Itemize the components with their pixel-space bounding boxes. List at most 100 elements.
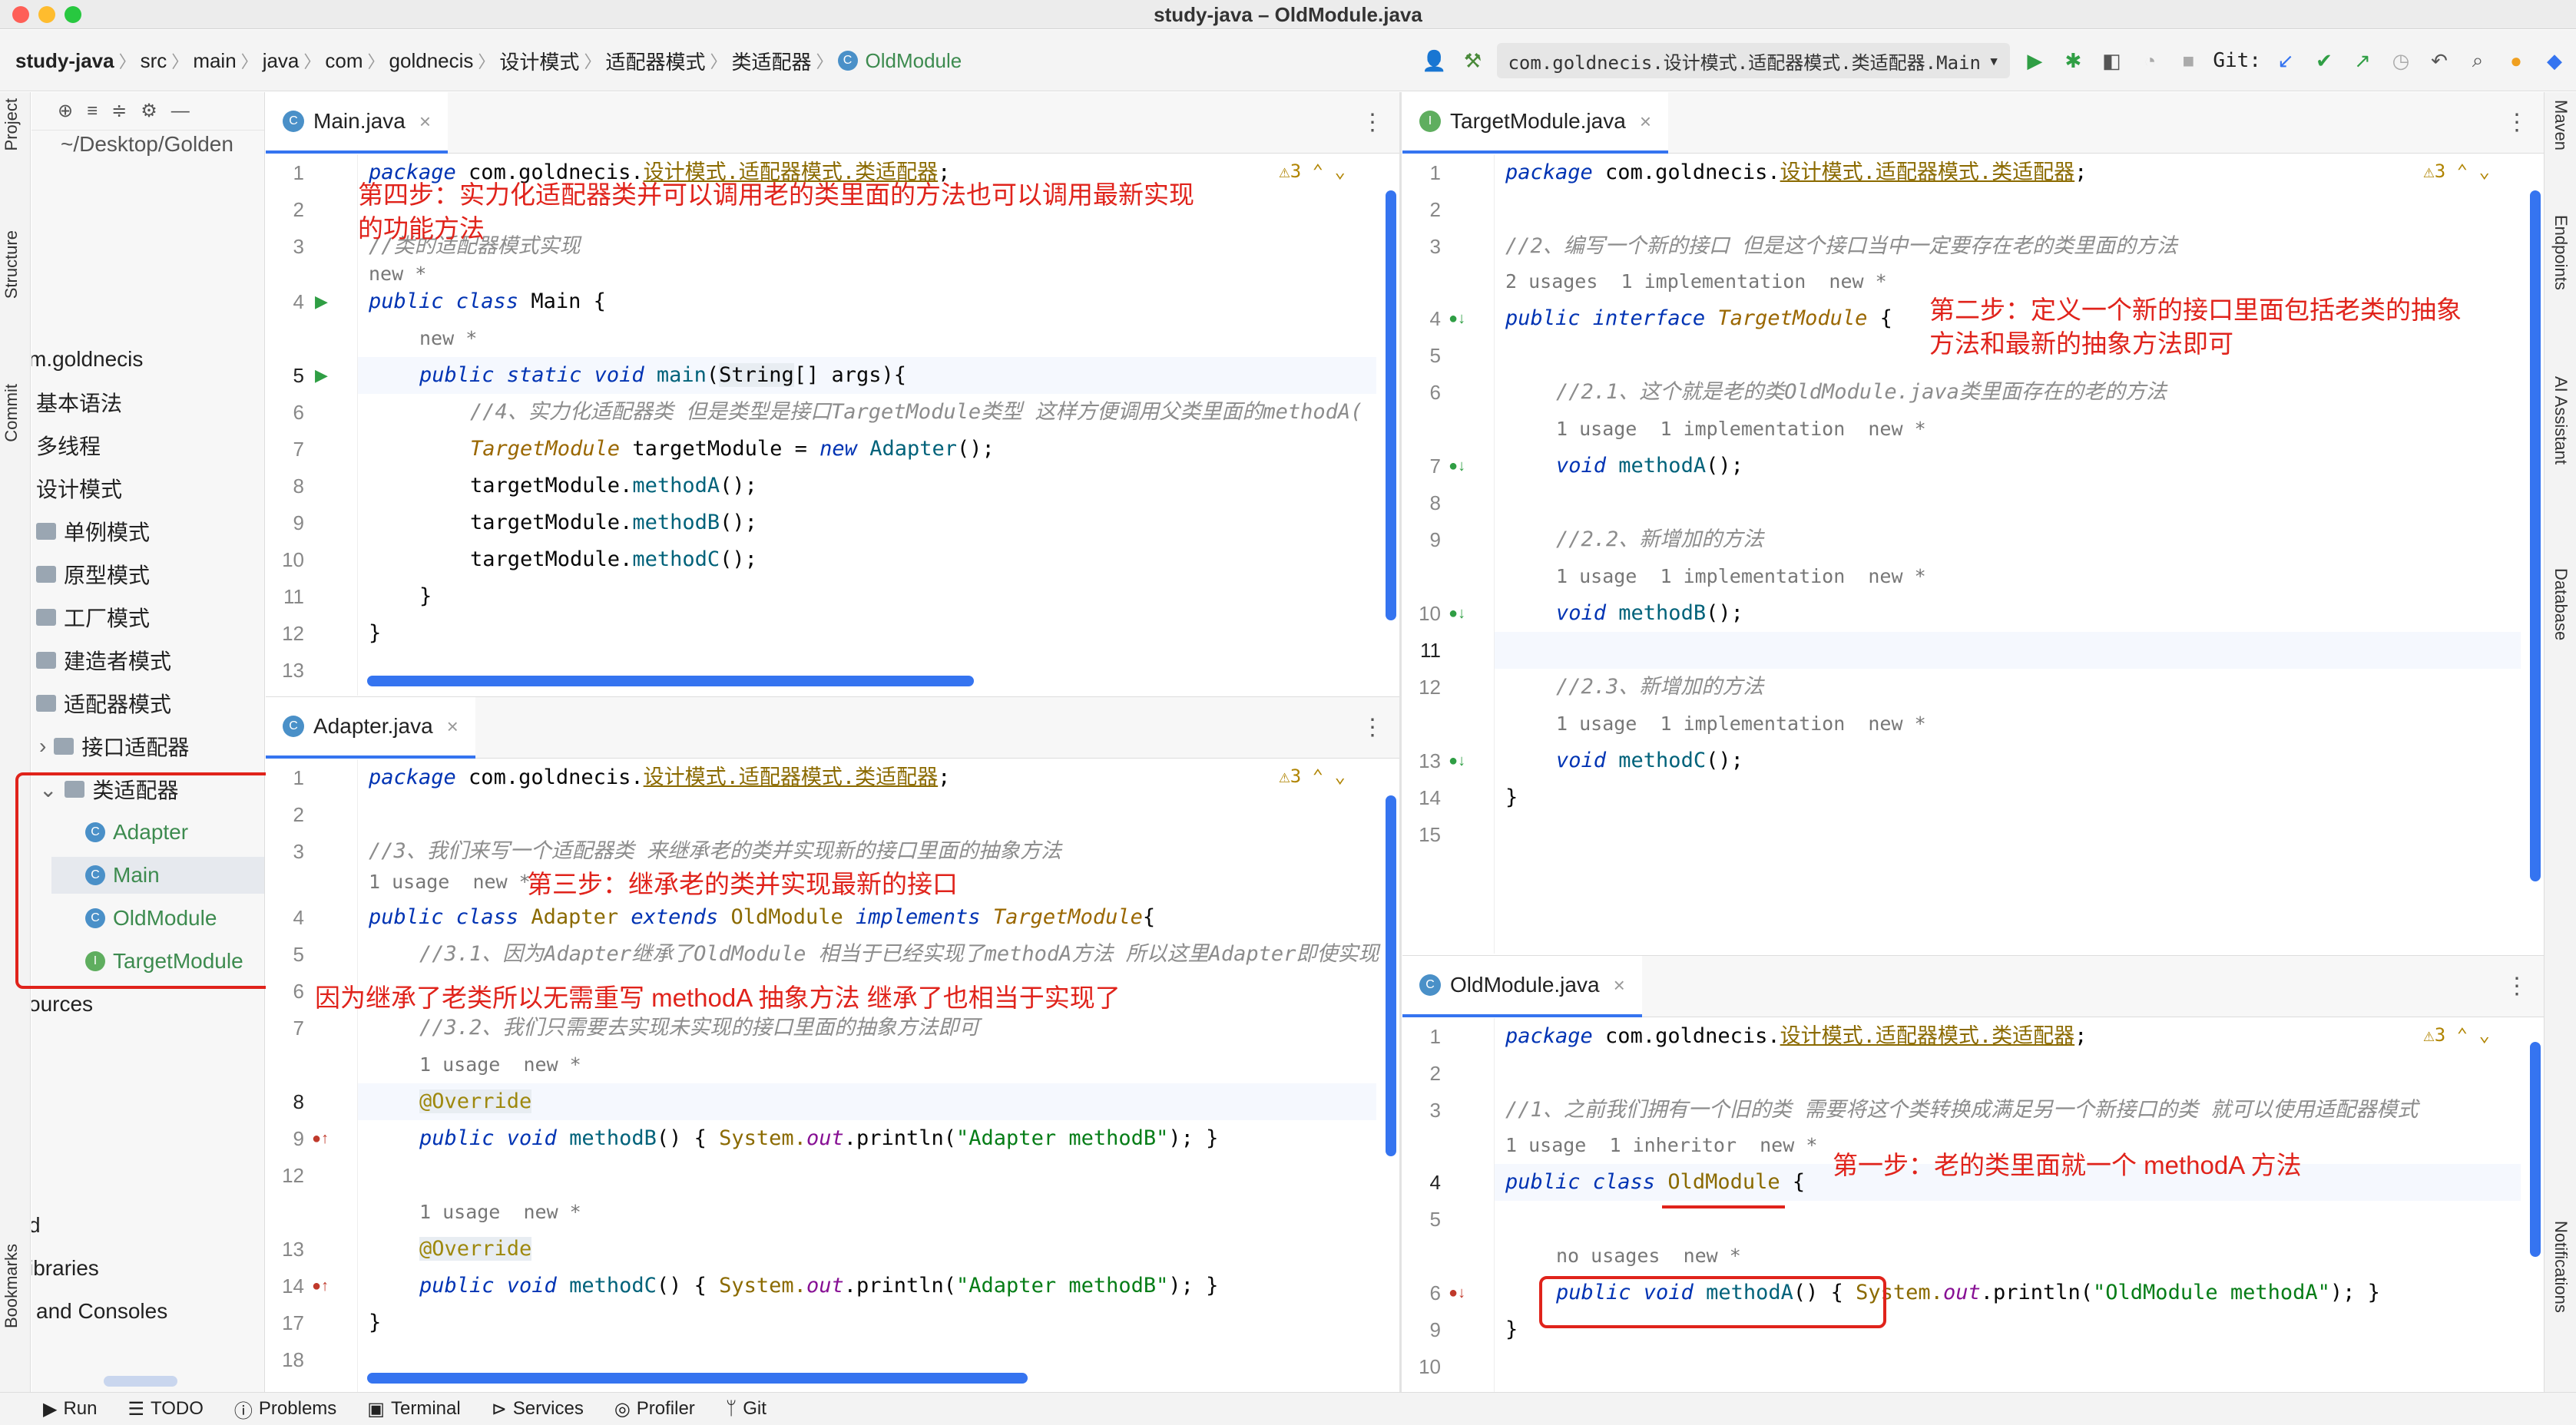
run-configuration-select[interactable]: com.goldnecis.设计模式.适配器模式.类适配器.Main ▾ <box>1497 43 2011 78</box>
code-area[interactable]: package com.goldnecis.设计模式.适配器模式.类适配器; /… <box>358 154 1376 696</box>
run-tool-button[interactable]: ▶ Run <box>43 1398 98 1420</box>
terminal-tool-button[interactable]: ▣ Terminal <box>367 1398 460 1420</box>
breadcrumb-item[interactable]: 类适配器 <box>731 47 811 75</box>
breadcrumb-item[interactable]: 适配器模式 <box>605 47 705 75</box>
more-options-icon[interactable]: ⋮ <box>2505 109 2528 136</box>
close-icon[interactable]: × <box>419 110 431 134</box>
tree-item[interactable]: and Consoles <box>36 1293 167 1330</box>
overridden-gutter-icon[interactable]: ●↓ <box>1449 1275 1465 1311</box>
git-commit-icon[interactable]: ✔ <box>2310 47 2338 74</box>
scrollbar[interactable] <box>2530 1042 2541 1257</box>
git-tool-button[interactable]: ᛘ Git <box>726 1398 767 1420</box>
tab-target-module-java[interactable]: I TargetModule.java × <box>1402 92 1668 154</box>
debug-icon[interactable]: ✱ <box>2059 47 2087 74</box>
code-area[interactable]: package com.goldnecis.设计模式.适配器模式.类适配器; /… <box>1495 1018 2521 1392</box>
run-icon[interactable]: ▶ <box>2021 47 2048 74</box>
implementations-gutter-icon[interactable]: ●↓ <box>1449 448 1465 484</box>
inlay-hint[interactable]: 1 usage 1 implementation new * <box>1556 411 1926 448</box>
inlay-hint[interactable]: 1 usage 1 implementation new * <box>1556 558 1926 595</box>
profile-icon[interactable]: ◔ <box>2136 47 2164 74</box>
search-icon[interactable]: ⌕ <box>2464 47 2492 74</box>
implementations-gutter-icon[interactable]: ●↓ <box>1449 595 1465 632</box>
hide-icon[interactable]: — <box>171 101 190 122</box>
breadcrumb-item[interactable]: study-java <box>15 49 114 73</box>
project-tool-tab[interactable]: Project <box>2 98 22 150</box>
tree-item[interactable]: ibraries <box>31 1250 99 1287</box>
locate-icon[interactable]: ⊕ <box>58 100 73 122</box>
scrollbar[interactable] <box>1386 190 1396 620</box>
endpoints-tool-tab[interactable]: Endpoints <box>2551 215 2571 290</box>
breadcrumb-item[interactable]: goldnecis <box>389 49 474 73</box>
tree-item[interactable]: 单例模式 <box>36 513 150 550</box>
more-options-icon[interactable]: ⋮ <box>1361 714 1384 741</box>
scrollbar[interactable] <box>2530 190 2541 881</box>
stop-icon[interactable]: ■ <box>2174 47 2202 74</box>
breadcrumb-item[interactable]: java <box>263 49 300 73</box>
ai-assistant-tool-tab[interactable]: AI Assistant <box>2551 376 2571 465</box>
git-push-icon[interactable]: ↗ <box>2349 47 2376 74</box>
maven-tool-tab[interactable]: Maven <box>2551 100 2571 150</box>
override-gutter-icon[interactable]: ●↑ <box>312 1120 329 1157</box>
tree-item[interactable]: 建造者模式 <box>36 642 171 679</box>
tree-item[interactable]: 基本语法 <box>36 384 122 421</box>
run-gutter-icon[interactable]: ▶ <box>315 357 328 394</box>
tree-item[interactable]: 工厂模式 <box>36 599 150 636</box>
close-icon[interactable]: × <box>1640 110 1651 134</box>
implementations-gutter-icon[interactable]: ●↓ <box>1449 300 1465 337</box>
scrollbar[interactable] <box>104 1376 177 1387</box>
update-icon[interactable]: ● <box>2502 47 2530 74</box>
close-icon[interactable]: × <box>447 715 459 739</box>
services-tool-button[interactable]: ⊳ Services <box>492 1398 584 1420</box>
inlay-hint[interactable]: 1 usage 1 inheritor new * <box>1505 1127 1817 1164</box>
build-hammer-icon[interactable]: ⚒ <box>1459 47 1486 74</box>
override-gutter-icon[interactable]: ●↑ <box>312 1268 329 1304</box>
git-update-icon[interactable]: ↙ <box>2272 47 2300 74</box>
tree-item[interactable]: 多线程 <box>36 427 101 464</box>
scrollbar[interactable] <box>367 676 974 686</box>
notifications-tool-tab[interactable]: Notifications <box>2551 1221 2571 1313</box>
breadcrumb-item[interactable]: main <box>193 49 236 73</box>
database-tool-tab[interactable]: Database <box>2551 568 2571 640</box>
tree-item[interactable]: › 接口适配器 <box>39 728 189 765</box>
warning-count[interactable]: ⚠3 ⌃ ⌄ <box>2423 160 2490 182</box>
more-options-icon[interactable]: ⋮ <box>2505 973 2528 1000</box>
breadcrumb-item-current[interactable]: OldModule <box>866 49 962 73</box>
inlay-hint[interactable]: new * <box>419 320 477 357</box>
structure-tool-tab[interactable]: Structure <box>2 230 22 299</box>
tree-item[interactable]: 原型模式 <box>36 556 150 593</box>
inlay-hint[interactable]: 1 usage new * <box>369 864 531 901</box>
scrollbar[interactable] <box>367 1373 1028 1384</box>
profiler-tool-button[interactable]: ◎ Profiler <box>614 1398 695 1420</box>
tree-item[interactable]: d <box>31 1207 41 1244</box>
tab-main-java[interactable]: C Main.java × <box>266 92 449 154</box>
scrollbar[interactable] <box>1386 795 1396 1156</box>
code-area[interactable]: package com.goldnecis.设计模式.适配器模式.类适配器; /… <box>1495 154 2521 954</box>
bookmarks-tool-tab[interactable]: Bookmarks <box>2 1244 22 1328</box>
warning-count[interactable]: ⚠3 ⌃ ⌄ <box>1279 160 1346 182</box>
close-icon[interactable]: × <box>1614 974 1625 997</box>
inlay-hint[interactable]: 2 usages 1 implementation new * <box>1505 263 1887 300</box>
tab-adapter-java[interactable]: C Adapter.java × <box>266 697 475 759</box>
user-icon[interactable]: 👤 <box>1420 47 1448 74</box>
tree-item[interactable]: ources <box>31 986 93 1023</box>
inlay-hint[interactable]: 1 usage new * <box>419 1046 581 1083</box>
breadcrumb-item[interactable]: 设计模式 <box>499 47 579 75</box>
implementations-gutter-icon[interactable]: ●↓ <box>1449 742 1465 779</box>
gear-icon[interactable]: ⚙ <box>141 100 157 122</box>
todo-tool-button[interactable]: ☰ TODO <box>128 1398 204 1420</box>
breadcrumb-item[interactable]: com <box>325 49 363 73</box>
inlay-hint[interactable]: 1 usage 1 implementation new * <box>1556 706 1926 742</box>
commit-tool-tab[interactable]: Commit <box>2 384 22 442</box>
breadcrumb-item[interactable]: src <box>141 49 167 73</box>
inlay-hint[interactable]: no usages new * <box>1556 1238 1741 1275</box>
more-options-icon[interactable]: ⋮ <box>1361 109 1384 136</box>
collapse-all-icon[interactable]: ≑ <box>111 100 127 122</box>
expand-all-icon[interactable]: ≡ <box>87 101 98 122</box>
tree-item[interactable]: 适配器模式 <box>36 685 171 722</box>
coverage-icon[interactable]: ◧ <box>2098 47 2125 74</box>
code-area[interactable]: package com.goldnecis.设计模式.适配器模式.类适配器; /… <box>358 759 1379 1392</box>
warning-count[interactable]: ⚠3 ⌃ ⌄ <box>2423 1024 2490 1046</box>
rollback-icon[interactable]: ↶ <box>2425 47 2453 74</box>
editor-split-divider[interactable] <box>1399 92 1402 1392</box>
warning-count[interactable]: ⚠3 ⌃ ⌄ <box>1279 765 1346 787</box>
